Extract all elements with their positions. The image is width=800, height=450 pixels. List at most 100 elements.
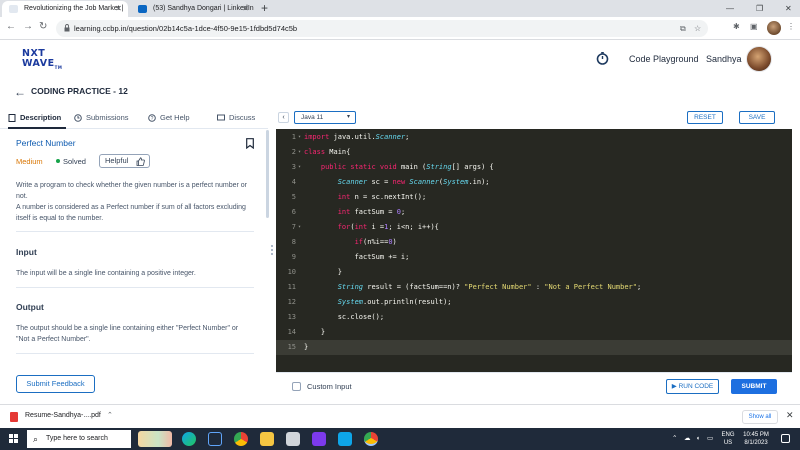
code-line[interactable]: 11 String result = (factSum==n)? "Perfec… [276, 280, 792, 295]
close-tab-icon[interactable]: ✕ [242, 1, 249, 17]
custom-input-label[interactable]: Custom Input [307, 382, 352, 391]
network-icon[interactable]: ☁ [684, 428, 691, 450]
system-clock[interactable]: 10:45 PM 8/1/2023 [741, 431, 771, 447]
description-line: Write a program to check whether the giv… [16, 182, 247, 200]
forward-icon[interactable]: → [23, 21, 33, 32]
taskbar-search-input[interactable]: ⌕ Type here to search [27, 430, 131, 448]
divider [16, 287, 254, 288]
code-text: if(n%i==0) [354, 238, 397, 246]
tab-submissions[interactable]: Submissions [74, 107, 129, 129]
line-number: 7 [291, 223, 296, 231]
close-tab-icon[interactable]: ✕ [115, 1, 122, 17]
volume-icon[interactable]: ◖ [696, 428, 700, 450]
url-input[interactable]: learning.ccbp.in/question/02b14c5a-1dce-… [56, 20, 708, 37]
tab-discuss[interactable]: Discuss [217, 107, 255, 129]
back-arrow-icon[interactable]: ← [14, 85, 26, 99]
show-all-button[interactable]: Show all [742, 410, 778, 424]
widgets-icon[interactable] [138, 431, 172, 447]
back-icon[interactable]: ← [6, 21, 16, 32]
file-explorer-icon[interactable] [260, 432, 274, 446]
sidebar-icon[interactable]: ▣ [750, 22, 758, 31]
linkedin-icon [138, 5, 147, 13]
code-line[interactable]: 8 if(n%i==0) [276, 235, 792, 250]
description-scrollbar[interactable] [266, 130, 269, 218]
code-line[interactable]: 3 ▾ public static void main (String[] arg… [276, 160, 792, 175]
code-line[interactable]: 1 ▾ import java.util.Scanner; [276, 130, 792, 145]
problem-description-panel[interactable]: Perfect Number Medium Solved Helpful Wri… [0, 130, 268, 362]
code-line[interactable]: 6 int factSum = 0; [276, 205, 792, 220]
reset-button[interactable]: RESET [687, 111, 723, 124]
bookmark-icon[interactable] [246, 138, 254, 149]
store-icon[interactable] [286, 432, 300, 446]
browser-tab-bar: Revolutionizing the Job Market | ✕ (53) … [0, 0, 800, 17]
chrome-icon[interactable] [234, 432, 248, 446]
line-number: 15 [287, 343, 296, 351]
language-select[interactable]: Java 11 ▾ [294, 111, 356, 124]
minimize-icon[interactable]: — [726, 0, 734, 17]
chevron-up-icon[interactable]: ⌃ [107, 411, 113, 419]
download-item[interactable]: Resume-Sandhya-....pdf [25, 412, 101, 419]
code-line[interactable]: 15} [276, 340, 792, 355]
code-line[interactable]: 12 System.out.println(result); [276, 295, 792, 310]
chrome-active-icon[interactable] [364, 432, 378, 446]
fold-arrow-icon[interactable]: ▾ [298, 220, 301, 235]
nxtwave-logo[interactable]: NXT WAVETM [22, 49, 62, 73]
battery-icon[interactable]: ▭ [707, 428, 713, 450]
divider [16, 231, 254, 232]
code-line[interactable]: 14 } [276, 325, 792, 340]
browser-tab-active[interactable]: Revolutionizing the Job Market | ✕ [2, 1, 128, 17]
input-language[interactable]: ENG US [721, 431, 735, 447]
run-code-button[interactable]: ▶ RUN CODE [666, 379, 719, 394]
new-tab-icon[interactable]: + [261, 0, 268, 17]
svg-text:?: ? [151, 116, 154, 122]
chat-icon [217, 114, 225, 121]
custom-input-checkbox[interactable] [292, 382, 301, 391]
code-playground-link[interactable]: Code Playground [629, 54, 699, 64]
timer-icon[interactable] [596, 52, 609, 65]
code-line[interactable]: 9 factSum += i; [276, 250, 792, 265]
helpful-button[interactable]: Helpful [99, 154, 150, 168]
output-text: The output should be a single line conta… [16, 325, 239, 343]
extensions-icon[interactable]: ✱ [733, 22, 740, 31]
windows-start-icon[interactable] [9, 434, 19, 444]
browser-tab-linkedin[interactable]: (53) Sandhya Dongari | LinkedIn ✕ [131, 1, 255, 17]
browser-menu-icon[interactable]: ⋮ [787, 22, 795, 31]
code-line[interactable]: 10 } [276, 265, 792, 280]
reload-icon[interactable]: ↻ [39, 21, 47, 32]
edge-icon[interactable] [182, 432, 196, 446]
fold-arrow-icon[interactable]: ▾ [298, 160, 301, 175]
tray-chevron-icon[interactable]: ⌃ [672, 428, 677, 450]
task-view-icon[interactable] [208, 432, 222, 446]
code-line[interactable]: 13 sc.close(); [276, 310, 792, 325]
code-text: String result = (factSum==n)? "Perfect N… [337, 283, 642, 291]
page-title: CODING PRACTICE - 12 [31, 86, 128, 96]
collapse-panel-icon[interactable]: ‹ [278, 112, 289, 123]
code-line[interactable]: 4 Scanner sc = new Scanner(System.in); [276, 175, 792, 190]
browser-profile-avatar[interactable] [767, 21, 781, 35]
code-editor[interactable]: 1 ▾ import java.util.Scanner; 2 ▾ class Main{… [276, 129, 792, 372]
code-line[interactable]: 7 ▾ for(int i =1; i<n; i++){ [276, 220, 792, 235]
close-downloads-icon[interactable]: ✕ [786, 410, 794, 421]
site-favicon-icon [9, 5, 18, 13]
fold-arrow-icon[interactable]: ▾ [298, 145, 301, 160]
panel-resize-handle[interactable] [270, 245, 274, 259]
notifications-icon[interactable] [781, 434, 790, 443]
restore-icon[interactable]: ❐ [756, 0, 763, 17]
install-icon[interactable]: ⧉ [680, 24, 686, 34]
fold-arrow-icon[interactable]: ▾ [298, 130, 301, 145]
submit-feedback-button[interactable]: Submit Feedback [16, 375, 95, 393]
code-line[interactable]: 5 int n = sc.nextInt(); [276, 190, 792, 205]
bookmark-star-icon[interactable]: ☆ [694, 24, 701, 33]
submit-button[interactable]: SUBMIT [731, 379, 777, 394]
line-number: 6 [291, 208, 296, 216]
tab-description[interactable]: Description [8, 107, 66, 129]
history-icon [74, 114, 82, 122]
address-bar-row: ← → ↻ learning.ccbp.in/question/02b14c5a… [0, 17, 800, 40]
save-button[interactable]: SAVE [739, 111, 775, 124]
app-icon[interactable] [338, 432, 352, 446]
app-icon[interactable] [312, 432, 326, 446]
tab-get-help[interactable]: ? Get Help [148, 107, 190, 129]
user-avatar[interactable] [746, 46, 772, 72]
close-window-icon[interactable]: ✕ [785, 0, 792, 17]
code-line[interactable]: 2 ▾ class Main{ [276, 145, 792, 160]
